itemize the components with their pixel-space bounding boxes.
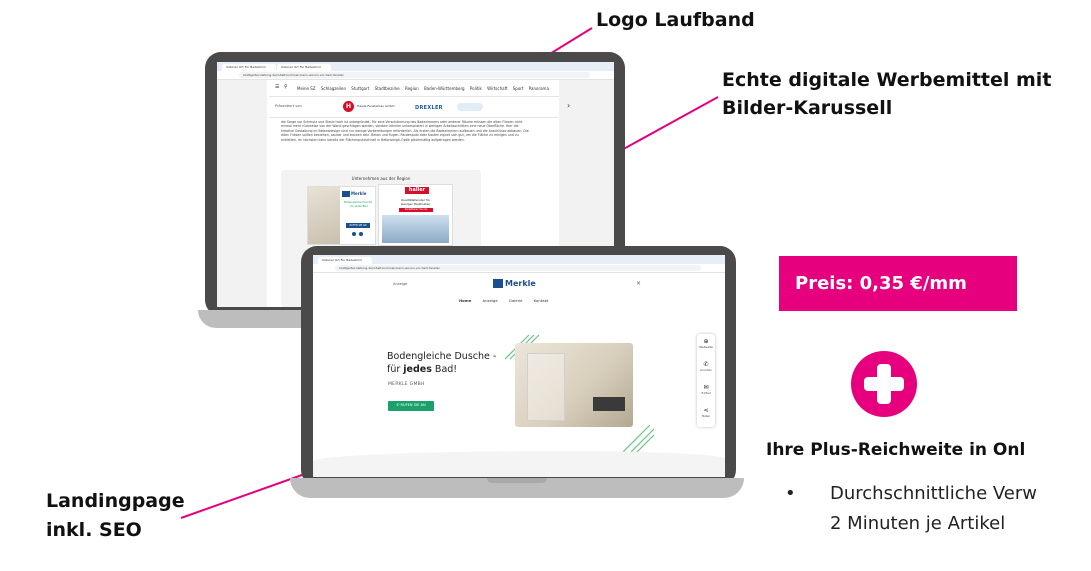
bullet-icon: • xyxy=(785,483,796,504)
hero-pre: für xyxy=(387,364,404,375)
brand-name[interactable]: Merkle xyxy=(505,279,536,288)
sponsor-logo-3[interactable] xyxy=(457,103,483,111)
shower-glass xyxy=(527,353,565,421)
left-margin xyxy=(217,80,267,307)
shower-image xyxy=(308,187,340,244)
browser-tab[interactable]: Ostener Ort Für Badezimm xyxy=(277,64,331,71)
price-box: Preis: 0,35 €/mm xyxy=(779,256,1017,311)
house-image xyxy=(382,215,449,243)
card-brand: haller xyxy=(405,187,429,194)
browser-tabbar: Ostener Ort Für Badezimm xyxy=(313,255,725,264)
nav-item[interactable]: Stadtbezirke xyxy=(375,86,400,91)
browser-urlbar: stuttgarter-zeitung.de/inhalt.kommen-kan… xyxy=(313,264,725,273)
sponsor-name: Haelle Fensterbau GmbH xyxy=(357,104,395,108)
close-icon[interactable]: × xyxy=(636,280,641,287)
merkle-ad-card[interactable]: Merkle Bodengleiche Dusche – für jedes B… xyxy=(307,186,376,245)
reach-bullet-line-1: Durchschnittliche Verw xyxy=(830,483,1037,504)
envelope-icon: ✉ xyxy=(703,384,709,391)
card-text: Bodengleiche Dusche – für jedes Bad xyxy=(343,201,373,208)
reach-heading: Ihre Plus-Reichweite in Onl xyxy=(766,440,1026,460)
side-item-label: E-Mail xyxy=(701,391,711,395)
merkle-logo-icon xyxy=(342,191,350,197)
nav-item[interactable]: Anzeige xyxy=(483,298,498,303)
merkle-logo-icon[interactable] xyxy=(493,279,503,288)
company-name: MERKLE GMBH xyxy=(388,382,425,387)
phone-icon: ✆ xyxy=(703,361,709,368)
landing-callout-line-1: Landingpage xyxy=(46,490,185,512)
vanity xyxy=(593,397,625,411)
browser-urlbar: stuttgarter-zeitung.de/inhalt.kommen-kan… xyxy=(217,71,614,80)
share-button[interactable]: ⋖ Teilen xyxy=(697,407,715,418)
call-button-label: RUFEN SIE AN xyxy=(400,403,426,407)
landing-callout: Landingpage inkl. SEO xyxy=(46,487,185,545)
carousel-callout-line-1: Echte digitale Werbemittel mit xyxy=(722,69,1052,91)
contact-side-panel: ⊕ Webseite ✆ Anrufen ✉ E-Mail ⋖ Teilen xyxy=(697,334,715,427)
side-item-label: Anrufen xyxy=(700,368,712,372)
globe-icon: ⊕ xyxy=(703,338,709,345)
call-button[interactable]: ✆ RUFEN SIE AN xyxy=(388,401,434,411)
website-button[interactable]: ⊕ Webseite xyxy=(697,338,715,349)
region-title: Unternehmen aus der Region xyxy=(351,176,411,181)
call-side-button[interactable]: ✆ Anrufen xyxy=(697,361,715,372)
nav-item[interactable]: Wirtschaft xyxy=(487,86,507,91)
logo-band-callout: Logo Laufband xyxy=(596,9,755,31)
nav-item[interactable]: Galerie xyxy=(509,298,523,303)
wave-background xyxy=(313,451,725,477)
card-text: weniger Heizkosten xyxy=(400,202,431,206)
browser-tab[interactable]: Ostener Ort Für Badezimm xyxy=(318,257,372,264)
reach-bullet: Durchschnittliche Verw 2 Minuten je Arti… xyxy=(830,479,1037,539)
nav-item[interactable]: Kontakt xyxy=(534,298,549,303)
landing-callout-line-2: inkl. SEO xyxy=(46,519,142,541)
side-item-label: Teilen xyxy=(701,414,711,418)
card-call-button[interactable]: RUFEN SIE AN xyxy=(346,223,370,228)
drexler-logo[interactable]: DREXLER xyxy=(415,105,443,111)
haller-ad-card[interactable]: haller Qualitätsfenster für weniger Heiz… xyxy=(378,184,453,246)
chevron-right-icon[interactable]: › xyxy=(567,101,570,110)
plus-icon xyxy=(851,351,917,417)
address-bar[interactable]: stuttgarter-zeitung.de/inhalt.kommen-kan… xyxy=(239,72,590,78)
address-bar[interactable]: stuttgarter-zeitung.de/inhalt.kommen-kan… xyxy=(335,265,701,271)
share-icon: ⋖ xyxy=(703,407,709,414)
nav-item[interactable]: Meine SZ xyxy=(297,86,316,91)
nav-item[interactable]: Sport xyxy=(513,86,524,91)
card-contact-button[interactable]: Kontaktieren Sie uns xyxy=(399,208,433,212)
hero-emphasis: jedes xyxy=(403,364,432,375)
search-icon[interactable]: ⚲ xyxy=(284,84,288,90)
nav-item[interactable]: Schlagzeilen xyxy=(321,86,346,91)
hero-post: Bad! xyxy=(431,364,458,375)
nav-item[interactable]: Stuttgart xyxy=(351,86,369,91)
front-laptop-screen: Ostener Ort Für Badezimm stuttgarter-zei… xyxy=(313,255,725,477)
reach-bullet-line-2: 2 Minuten je Artikel xyxy=(830,513,1006,534)
logo-band: Präsentiert von H Haelle Fensterbau GmbH… xyxy=(269,96,570,118)
carousel-dot[interactable] xyxy=(359,232,363,236)
nav-item[interactable]: Panorama xyxy=(529,86,549,91)
browser-tab[interactable]: Ostener Ort Für Badezimm xyxy=(222,64,276,71)
nav-item[interactable]: Home xyxy=(459,298,471,303)
presented-by-label: Präsentiert von xyxy=(275,104,302,108)
nav-item[interactable]: Region xyxy=(405,86,419,91)
menu-icon[interactable]: ☰ xyxy=(275,84,279,90)
landing-nav: Home Anzeige Galerie Kontakt xyxy=(459,298,552,303)
side-item-label: Webseite xyxy=(699,345,713,349)
carousel-callout-line-2: Bilder-Karussell xyxy=(722,97,893,119)
main-nav: Meine SZ Schlagzeilen Stuttgart Stadtbez… xyxy=(297,86,553,91)
email-button[interactable]: ✉ E-Mail xyxy=(697,384,715,395)
carousel-callout: Echte digitale Werbemittel mit Bilder-Ka… xyxy=(722,66,1087,122)
carousel-dot[interactable] xyxy=(352,232,356,236)
nav-item[interactable]: Politik xyxy=(470,86,482,91)
front-laptop-notch xyxy=(487,478,547,483)
ad-label: Anzeige xyxy=(393,282,408,286)
article-paragraph: die Sorge vor Schmutz und Staub hoch ist… xyxy=(281,120,529,142)
card-brand: Merkle xyxy=(351,191,367,196)
haelle-logo-icon[interactable]: H xyxy=(343,101,354,112)
browser-tabbar: Ostener Ort Für Badezimm Ostener Ort Für… xyxy=(217,62,614,71)
nav-item[interactable]: Baden-Württemberg xyxy=(424,86,465,91)
